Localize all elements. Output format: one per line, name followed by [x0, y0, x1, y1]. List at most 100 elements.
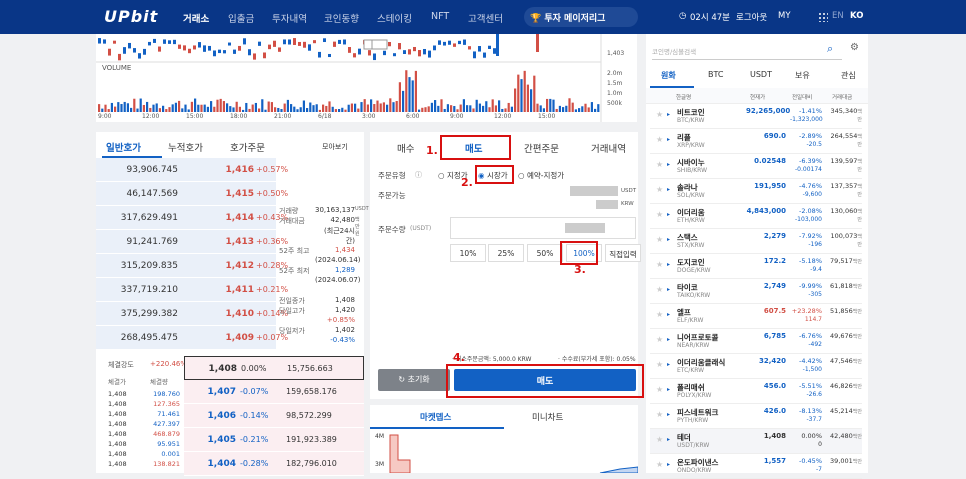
- col-price[interactable]: 현재가: [750, 93, 765, 101]
- ask-row[interactable]: 375,299.382 1,410 +0.14%: [96, 302, 288, 326]
- volume-bar: [376, 100, 379, 112]
- coin-row[interactable]: ★ ▸ 테더 USDT/KRW 1,408 0.00% 0 42,480백만: [650, 429, 862, 454]
- major-league-button[interactable]: 🏆 투자 메이저리그: [524, 7, 638, 27]
- volume-bar: [510, 106, 513, 112]
- star-icon[interactable]: ★: [656, 410, 663, 419]
- help-icon[interactable]: ⓘ: [415, 170, 422, 180]
- nav-staking[interactable]: 스테이킹: [377, 11, 412, 25]
- coin-price: 191,950: [754, 182, 786, 190]
- coin-row[interactable]: ★ ▸ 비트코인 BTC/KRW 92,265,000 -1.41% -1,323,000 3…: [650, 104, 862, 129]
- qty-input[interactable]: [450, 217, 636, 239]
- candle: [323, 38, 326, 43]
- settings-gear-icon[interactable]: ⚙: [850, 42, 859, 53]
- volume-bar: [222, 101, 225, 112]
- star-icon[interactable]: ★: [656, 385, 663, 394]
- candle: [473, 51, 476, 59]
- bid-row[interactable]: 1,405 -0.21% 191,923.389: [184, 428, 364, 452]
- ask-row[interactable]: 315,209.835 1,412 +0.28%: [96, 254, 288, 278]
- tab-simple[interactable]: 간편주문: [524, 141, 559, 155]
- coin-row[interactable]: ★ ▸ 타이코 TAIKO/KRW 2,749 -9.99% -305 61,818백만: [650, 279, 862, 304]
- bid-row[interactable]: 1,404 -0.28% 182,796.010: [184, 452, 364, 476]
- star-icon[interactable]: ★: [656, 110, 663, 119]
- bid-row[interactable]: 1,407 -0.07% 159,658.176: [184, 380, 364, 404]
- star-icon[interactable]: ★: [656, 335, 663, 344]
- price-chart[interactable]: VOLUME 1,403 2.0m 1.5m 1.0m 500k 9:00 12:…: [96, 34, 637, 122]
- tab-buy[interactable]: 매수: [397, 141, 414, 155]
- coin-change-amount: -103,000: [795, 216, 822, 223]
- tab-usdt[interactable]: USDT: [750, 70, 772, 79]
- coin-row[interactable]: ★ ▸ 니어프로토콜 NEAR/KRW 6,785 -6.76% -492 49,676백만: [650, 329, 862, 354]
- star-icon[interactable]: ★: [656, 235, 663, 244]
- volume-bar: [280, 109, 283, 112]
- star-icon[interactable]: ★: [656, 310, 663, 319]
- star-icon[interactable]: ★: [656, 460, 663, 469]
- star-icon[interactable]: ★: [656, 135, 663, 144]
- view-select[interactable]: 모아보기: [322, 142, 348, 152]
- nav-investments[interactable]: 투자내역: [272, 11, 307, 25]
- bid-qty: 15,756.663: [287, 364, 333, 373]
- col-volume[interactable]: 거래대금: [832, 93, 852, 101]
- ask-row[interactable]: 337,719.210 1,411 +0.21%: [96, 278, 288, 302]
- coin-search-input[interactable]: 코인명/심볼검색: [652, 40, 842, 60]
- coin-row[interactable]: ★ ▸ 이더리움클래식 ETC/KRW 32,420 -4.42% -1,500 47,546…: [650, 354, 862, 379]
- tab-cumulative[interactable]: 누적호가: [168, 140, 203, 154]
- bid-row[interactable]: 1,406 -0.14% 98,572.299: [184, 404, 364, 428]
- pct-button[interactable]: 10%: [450, 244, 486, 262]
- tab-normal[interactable]: 일반호가: [106, 140, 141, 154]
- ask-row[interactable]: 268,495.475 1,409 +0.07%: [96, 326, 288, 350]
- coin-row[interactable]: ★ ▸ 스택스 STX/KRW 2,279 -7.92% -196 100,073백만: [650, 229, 862, 254]
- bid-row[interactable]: 1,408 0.00% 15,756.663: [184, 356, 364, 380]
- tab-history[interactable]: 거래내역: [591, 141, 626, 155]
- coin-row[interactable]: ★ ▸ 솔라나 SOL/KRW 191,950 -4.76% -9,600 137,357백만: [650, 179, 862, 204]
- nav-nft[interactable]: NFT: [431, 11, 449, 22]
- nav-exchange[interactable]: 거래소: [183, 11, 209, 25]
- ask-row[interactable]: 91,241.769 1,413 +0.36%: [96, 230, 288, 254]
- star-icon[interactable]: ★: [656, 285, 663, 294]
- coin-row[interactable]: ★ ▸ 도지코인 DOGE/KRW 172.2 -5.18% -9.4 79,517백만: [650, 254, 862, 279]
- tab-krw[interactable]: 원화: [661, 70, 676, 81]
- coin-row[interactable]: ★ ▸ 리플 XRP/KRW 690.0 -2.89% -20.5 264,554백만: [650, 129, 862, 154]
- tab-favorites[interactable]: 관심: [841, 70, 856, 81]
- menu-grid-icon[interactable]: [818, 12, 828, 22]
- ask-row[interactable]: 46,147.569 1,415 +0.50%: [96, 182, 288, 206]
- coin-price: 1,557: [763, 457, 786, 465]
- coin-row[interactable]: ★ ▸ 엘프 ELF/KRW 607.5 +23.28% 114.7 51,856백만: [650, 304, 862, 329]
- star-icon[interactable]: ★: [656, 260, 663, 269]
- volume-bar: [414, 70, 417, 112]
- pct-button[interactable]: 직접입력: [605, 244, 641, 262]
- candle: [443, 41, 446, 46]
- logout-link[interactable]: 로그아웃: [736, 11, 767, 23]
- radio-stop-limit[interactable]: ○ 예약-지정가: [518, 170, 564, 181]
- star-icon[interactable]: ★: [656, 210, 663, 219]
- search-icon[interactable]: ⌕: [827, 42, 833, 56]
- coin-row[interactable]: ★ ▸ 온도파이낸스 ONDO/KRW 1,557 -0.45% -7 39,001백만: [650, 454, 862, 479]
- my-link[interactable]: MY: [778, 11, 791, 21]
- upbit-logo[interactable]: UPbit: [104, 7, 158, 26]
- star-icon[interactable]: ★: [656, 185, 663, 194]
- reset-button[interactable]: ↻ 초기화: [378, 369, 450, 391]
- tab-btc[interactable]: BTC: [708, 70, 724, 79]
- nav-trends[interactable]: 코인동향: [324, 11, 359, 25]
- coin-price: 2,749: [763, 282, 786, 290]
- lang-en[interactable]: EN: [832, 11, 844, 21]
- star-icon[interactable]: ★: [656, 160, 663, 169]
- chart-arrow-icon: ▸: [667, 436, 671, 443]
- pct-button[interactable]: 50%: [527, 244, 563, 262]
- star-icon[interactable]: ★: [656, 435, 663, 444]
- nav-deposit[interactable]: 입출금: [228, 11, 254, 25]
- volume-bar: [360, 102, 363, 112]
- coin-row[interactable]: ★ ▸ 폴리매쉬 POLYX/KRW 456.0 -5.51% -26.6 46,826백만: [650, 379, 862, 404]
- ask-row[interactable]: 93,906.745 1,416 +0.57%: [96, 158, 288, 182]
- ask-row[interactable]: 317,629.491 1,414 +0.43%: [96, 206, 288, 230]
- coin-row[interactable]: ★ ▸ 시바이누 SHIB/KRW 0.02548 -6.39% -0.00174 139,5…: [650, 154, 862, 179]
- nav-support[interactable]: 고객센터: [468, 11, 503, 25]
- coin-row[interactable]: ★ ▸ 피스네트워크 PYTH/KRW 426.0 -8.13% -37.7 45,214백만: [650, 404, 862, 429]
- star-icon[interactable]: ★: [656, 360, 663, 369]
- tab-holdings[interactable]: 보유: [795, 70, 810, 81]
- col-name[interactable]: 한글명: [676, 93, 691, 101]
- col-change[interactable]: 전일대비: [792, 93, 812, 101]
- lang-ko[interactable]: KO: [850, 11, 863, 21]
- pct-button[interactable]: 25%: [488, 244, 524, 262]
- tab-order[interactable]: 호가주문: [230, 140, 265, 154]
- coin-row[interactable]: ★ ▸ 이더리움 ETH/KRW 4,843,000 -2.08% -103,000 130,…: [650, 204, 862, 229]
